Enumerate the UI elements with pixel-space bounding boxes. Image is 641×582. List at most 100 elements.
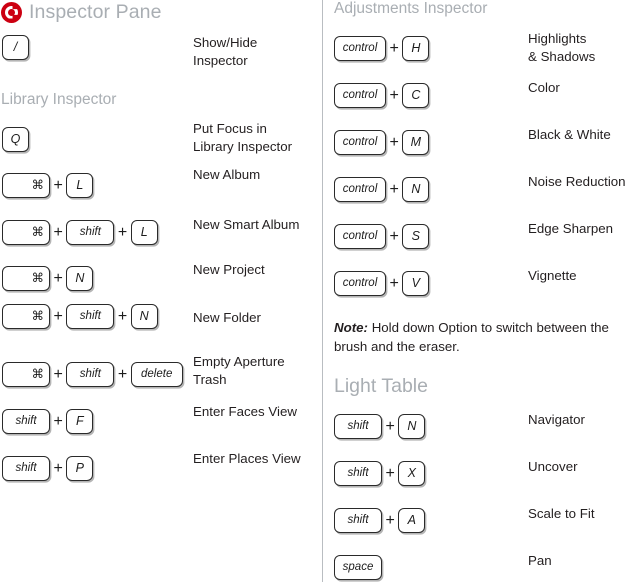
- section-heading-adjustments-inspector: Adjustments Inspector: [334, 0, 488, 17]
- note-text: Hold down Option to switch between the b…: [334, 320, 609, 354]
- shortcut-description-color: Color: [528, 80, 560, 95]
- key-command[interactable]: ⌘: [2, 362, 50, 387]
- plus-separator-icon: +: [53, 412, 63, 430]
- command-symbol-icon: ⌘: [31, 271, 45, 286]
- key-space[interactable]: space: [334, 555, 382, 580]
- plus-separator-icon: +: [389, 86, 399, 104]
- key-command[interactable]: ⌘: [2, 304, 50, 329]
- key-f[interactable]: F: [66, 409, 94, 434]
- plus-separator-icon: +: [389, 133, 399, 151]
- key-control[interactable]: control: [334, 177, 386, 202]
- note-block: Note: Hold down Option to switch between…: [334, 318, 634, 356]
- section-heading-library-inspector: Library Inspector: [1, 91, 117, 108]
- command-symbol-icon: ⌘: [31, 367, 45, 382]
- key-command[interactable]: ⌘: [2, 220, 50, 245]
- aperture-logo-icon: [1, 1, 22, 23]
- key-shift[interactable]: shift: [2, 409, 50, 434]
- key-shift[interactable]: shift: [2, 456, 50, 481]
- shortcut-keys-edge-sharpen: control + S: [334, 224, 430, 249]
- shortcut-description-new-smart-album: New Smart Album: [193, 217, 300, 232]
- shortcut-description-new-album: New Album: [193, 167, 261, 182]
- shortcut-keys-navigator: shift + N: [334, 414, 426, 439]
- plus-separator-icon: +: [53, 307, 63, 325]
- plus-separator-icon: +: [389, 39, 399, 57]
- key-shift[interactable]: shift: [66, 362, 115, 387]
- key-control[interactable]: control: [334, 83, 386, 108]
- command-symbol-icon: ⌘: [31, 178, 45, 193]
- shortcut-description-scale-to-fit: Scale to Fit: [528, 506, 595, 521]
- shortcut-description-uncover: Uncover: [528, 459, 578, 474]
- plus-separator-icon: +: [117, 365, 128, 383]
- key-control[interactable]: control: [334, 130, 386, 155]
- shortcut-description-highlights-shadows: Highlights & Shadows: [528, 31, 596, 64]
- key-x[interactable]: X: [398, 461, 426, 486]
- key-m[interactable]: M: [402, 130, 430, 155]
- shortcut-description-noise-reduction: Noise Reduction: [528, 174, 626, 189]
- plus-separator-icon: +: [53, 365, 63, 383]
- key-shift[interactable]: shift: [66, 304, 115, 329]
- shortcut-keys-new-album: ⌘ + L: [2, 173, 94, 198]
- key-delete[interactable]: delete: [130, 362, 183, 387]
- plus-separator-icon: +: [389, 180, 399, 198]
- key-n[interactable]: N: [398, 414, 426, 439]
- key-a[interactable]: A: [398, 508, 426, 533]
- command-symbol-icon: ⌘: [31, 225, 45, 240]
- shortcut-keys-vignette: control + V: [334, 271, 430, 296]
- shortcut-description-empty-aperture-trash: Empty Aperture Trash: [193, 354, 285, 387]
- shortcut-keys-scale-to-fit: shift + A: [334, 508, 426, 533]
- shortcut-keys-new-smart-album: ⌘ + shift + L: [2, 220, 158, 245]
- plus-separator-icon: +: [117, 307, 128, 325]
- key-control[interactable]: control: [334, 36, 386, 61]
- plus-separator-icon: +: [117, 223, 128, 241]
- shortcuts-reference-page: Inspector Pane / Show/Hide Inspector Lib…: [0, 0, 641, 582]
- plus-separator-icon: +: [389, 274, 399, 292]
- plus-separator-icon: +: [385, 464, 395, 482]
- shortcut-keys-highlights-shadows: control + H: [334, 36, 430, 61]
- key-shift[interactable]: shift: [66, 220, 115, 245]
- shortcut-keys-put-focus-library-inspector: Q: [2, 127, 29, 152]
- key-h[interactable]: H: [402, 36, 430, 61]
- key-v[interactable]: V: [402, 271, 430, 296]
- plus-separator-icon: +: [53, 459, 63, 477]
- key-command[interactable]: ⌘: [2, 173, 50, 198]
- key-command[interactable]: ⌘: [2, 266, 50, 291]
- shortcut-keys-noise-reduction: control + N: [334, 177, 430, 202]
- shortcut-keys-enter-places-view: shift + P: [2, 456, 94, 481]
- key-l[interactable]: L: [66, 173, 94, 198]
- note-label: Note:: [334, 320, 368, 335]
- shortcut-description-new-project: New Project: [193, 262, 265, 277]
- plus-separator-icon: +: [385, 417, 395, 435]
- key-n[interactable]: N: [66, 266, 94, 291]
- key-c[interactable]: C: [402, 83, 430, 108]
- key-n[interactable]: N: [402, 177, 430, 202]
- shortcut-keys-show-hide-inspector: /: [2, 35, 29, 60]
- key-slash[interactable]: /: [2, 35, 29, 60]
- right-column: Adjustments Inspector control + H Highli…: [322, 0, 641, 582]
- key-shift[interactable]: shift: [334, 461, 382, 486]
- plus-separator-icon: +: [53, 269, 63, 287]
- key-shift[interactable]: shift: [334, 414, 382, 439]
- shortcut-keys-enter-faces-view: shift + F: [2, 409, 94, 434]
- shortcut-description-black-white: Black & White: [528, 127, 611, 142]
- key-l[interactable]: L: [130, 220, 158, 245]
- shortcut-keys-new-project: ⌘ + N: [2, 266, 94, 291]
- plus-separator-icon: +: [385, 511, 395, 529]
- key-shift[interactable]: shift: [334, 508, 382, 533]
- shortcut-description-new-folder: New Folder: [193, 310, 261, 325]
- shortcut-description-edge-sharpen: Edge Sharpen: [528, 221, 614, 236]
- key-p[interactable]: P: [66, 456, 94, 481]
- pane-header: Inspector Pane: [1, 0, 162, 24]
- section-heading-light-table: Light Table: [334, 375, 428, 397]
- shortcut-description-enter-faces-view: Enter Faces View: [193, 404, 297, 419]
- shortcut-keys-uncover: shift + X: [334, 461, 426, 486]
- key-control[interactable]: control: [334, 271, 386, 296]
- plus-separator-icon: +: [389, 227, 399, 245]
- key-q[interactable]: Q: [2, 127, 29, 152]
- shortcut-description-pan: Pan: [528, 553, 552, 568]
- key-n[interactable]: N: [130, 304, 158, 329]
- shortcut-description-show-hide-inspector: Show/Hide Inspector: [193, 35, 258, 68]
- key-control[interactable]: control: [334, 224, 386, 249]
- left-column: Inspector Pane / Show/Hide Inspector Lib…: [0, 0, 320, 582]
- key-s[interactable]: S: [402, 224, 430, 249]
- shortcut-description-vignette: Vignette: [528, 268, 577, 283]
